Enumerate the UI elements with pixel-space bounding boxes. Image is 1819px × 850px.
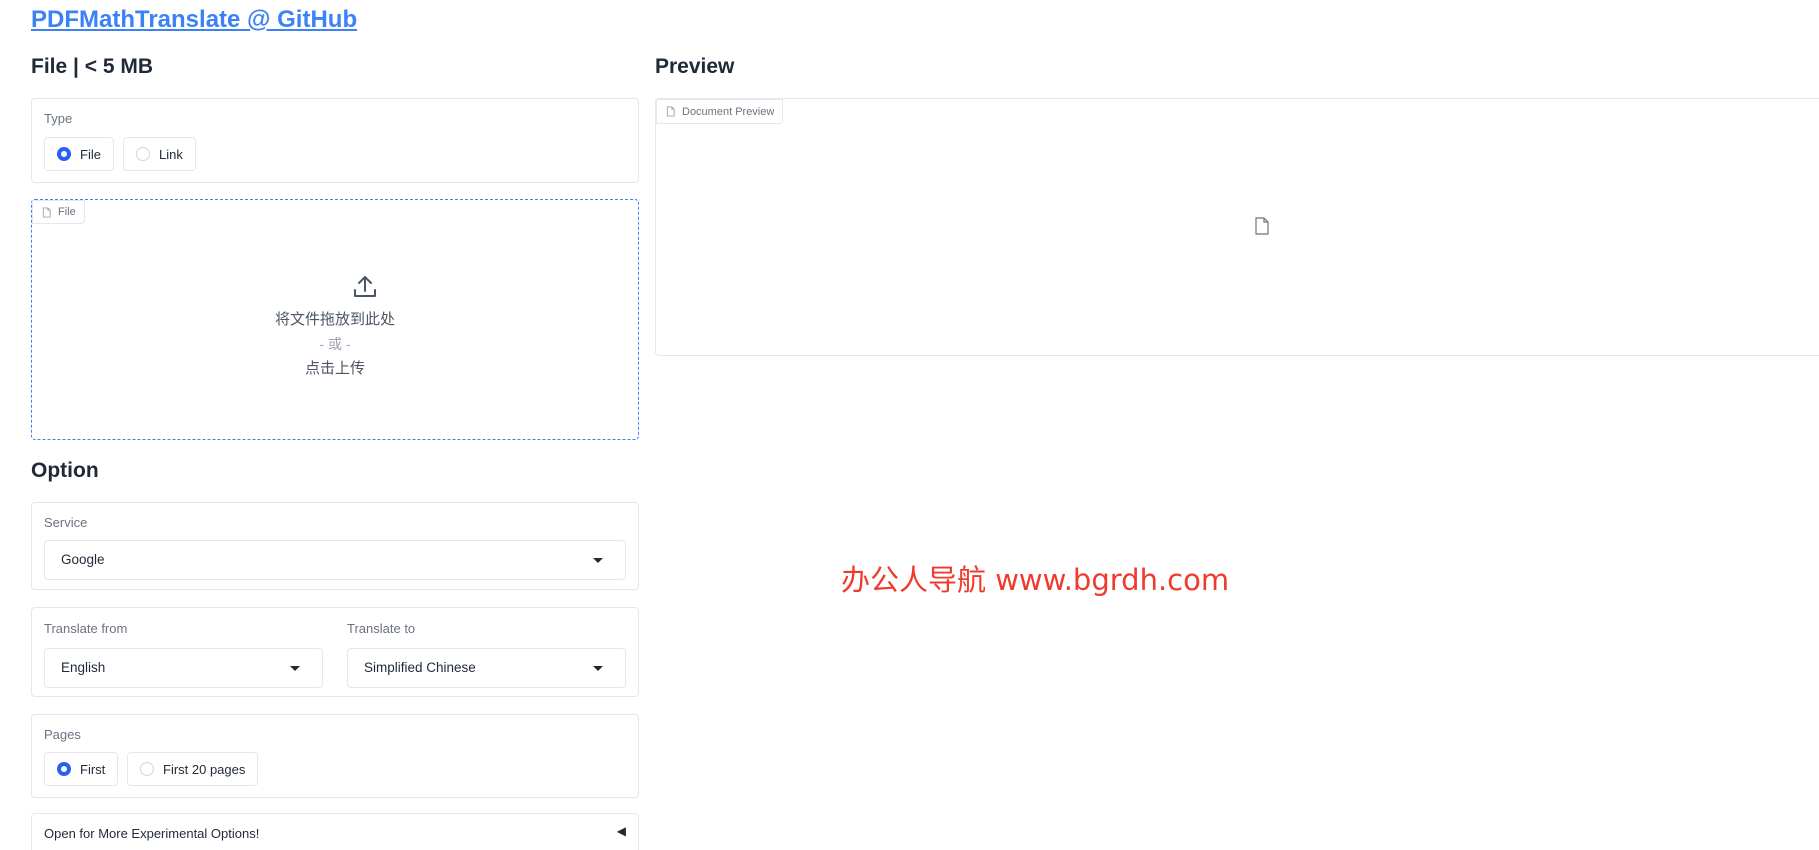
file-chip: File: [32, 200, 85, 224]
service-dropdown[interactable]: Google: [44, 540, 626, 580]
option-section-heading: Option: [31, 459, 99, 482]
caret-down-icon: [593, 558, 603, 563]
github-title-link[interactable]: PDFMathTranslate @ GitHub: [31, 6, 357, 34]
radio-unchecked-indicator: [140, 762, 154, 776]
file-section-heading: File | < 5 MB: [31, 55, 153, 78]
radio-checked-indicator: [57, 762, 71, 776]
translate-from-value: English: [61, 660, 106, 675]
file-upload-dropzone[interactable]: File 将文件拖放到此处 - 或 - 点击上传: [31, 199, 639, 440]
translate-from-label: Translate from: [44, 621, 128, 636]
collapse-arrow-icon: ◀: [616, 824, 626, 838]
language-panel: Translate from English Translate to Simp…: [31, 607, 639, 697]
dropzone-drop-text: 将文件拖放到此处: [274, 311, 395, 328]
service-panel: Service Google: [31, 502, 639, 590]
translate-to-label: Translate to: [347, 621, 416, 636]
caret-down-icon: [593, 666, 603, 671]
pages-panel: Pages First First 20 pages: [31, 714, 639, 798]
service-label: Service: [44, 515, 88, 530]
upload-icon: [354, 276, 376, 297]
document-preview-chip-label: Document Preview: [682, 105, 775, 118]
type-radio-link-label: Link: [159, 146, 183, 162]
file-chip-label: File: [58, 206, 76, 218]
pages-radio-first-20-label: First 20 pages: [163, 761, 246, 777]
dropzone-or-text: - 或 -: [319, 336, 351, 352]
preview-section-heading: Preview: [655, 55, 735, 78]
pages-label: Pages: [44, 727, 81, 742]
experimental-options-accordion[interactable]: Open for More Experimental Options! ◀: [31, 813, 639, 850]
pages-radio-first-label: First: [80, 761, 106, 777]
file-icon: [666, 106, 675, 117]
caret-down-icon: [290, 666, 300, 671]
translate-from-dropdown[interactable]: English: [44, 648, 323, 688]
document-icon: [1255, 217, 1269, 235]
document-preview-chip: Document Preview: [656, 99, 784, 124]
translate-to-dropdown[interactable]: Simplified Chinese: [347, 648, 626, 688]
type-radio-file-label: File: [80, 146, 101, 162]
document-preview-panel: Document Preview: [655, 98, 1819, 356]
experimental-options-label: Open for More Experimental Options!: [44, 826, 260, 841]
pages-radio-first-20[interactable]: First 20 pages: [127, 752, 259, 786]
service-dropdown-value: Google: [61, 552, 105, 567]
translate-to-value: Simplified Chinese: [364, 660, 476, 675]
dropzone-click-text: 点击上传: [304, 360, 365, 377]
type-label: Type: [44, 111, 73, 126]
pages-radio-first[interactable]: First: [44, 752, 119, 786]
type-panel: Type File Link: [31, 98, 639, 183]
type-radio-file[interactable]: File: [44, 137, 114, 171]
type-radio-link[interactable]: Link: [123, 137, 196, 171]
file-icon: [42, 206, 51, 218]
app-page: PDFMathTranslate @ GitHub File | < 5 MB …: [0, 0, 1819, 850]
radio-unchecked-indicator: [136, 147, 150, 161]
radio-checked-indicator: [57, 147, 71, 161]
watermark-text: 办公人导航 www.bgrdh.com: [841, 563, 1230, 597]
